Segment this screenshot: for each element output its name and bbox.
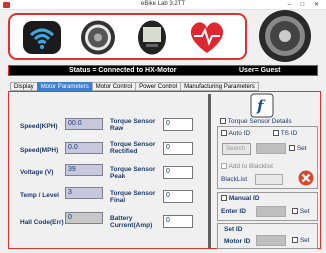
blacklist-dropdown[interactable] (255, 174, 283, 185)
hall-code-label: Hall Code(Err) (20, 219, 64, 226)
ts-final-value: 0 (163, 190, 193, 203)
voltage-value: 39 (65, 164, 103, 176)
speed-kph-label: Speed(KPH) (20, 123, 58, 130)
wifi-icon[interactable] (22, 19, 62, 56)
manual-id-checkbox[interactable]: Manual ID (221, 195, 260, 202)
enter-id-label: Enter ID (221, 208, 246, 215)
search-button[interactable]: Search (222, 143, 251, 155)
ts-peak-label: Torque Sensor Peak (110, 166, 156, 180)
set-manual-id-checkbox[interactable]: Set (292, 208, 310, 215)
tab-motor-control[interactable]: Motor Control (91, 82, 137, 91)
wheel-icon[interactable] (78, 19, 118, 56)
tab-manufacturing-parameters[interactable]: Manufacturing Parameters (180, 82, 259, 91)
ts-peak-value: 0 (163, 166, 193, 179)
icon-toolbar (8, 13, 247, 60)
battery-current-label: Battery Current(Amp) (110, 215, 153, 229)
connection-status: Status = Connected to HX-Motor (69, 67, 177, 74)
heart-icon[interactable] (187, 19, 227, 56)
add-to-blacklist-checkbox[interactable]: Add to Blacklist (221, 163, 273, 170)
tab-motor-parameters[interactable]: Motor Parameters (36, 82, 93, 91)
flash-logo-icon: f (250, 93, 274, 118)
tab-display[interactable]: Display (10, 82, 38, 91)
temp-level-label: Temp / Level (20, 192, 59, 199)
battery-current-value: 0 (163, 215, 193, 228)
ts-rectified-label: Torque Sensor Rectified (110, 141, 156, 155)
blacklist-label: BlackList (221, 176, 248, 183)
window-controls[interactable]: – □ ✕ (288, 1, 323, 8)
ts-id-checkbox[interactable]: TS ID (273, 130, 297, 137)
speed-kph-value: 00.0 (65, 118, 103, 130)
speed-mph-label: Speed(MPH) (20, 147, 59, 154)
window-title: eBike Lab 3.2TT (140, 1, 186, 7)
ts-raw-value: 0 (163, 118, 193, 131)
status-bar: Status = Connected to HX-Motor User= Gue… (8, 65, 318, 76)
user-status: User= Guest (239, 67, 281, 74)
enter-id-field[interactable] (256, 206, 286, 217)
app-window: eBike Lab 3.2TT – □ ✕ Status = Connected… (0, 0, 326, 253)
hall-code-value: 0 (65, 212, 103, 224)
motor-wheel-icon (258, 9, 312, 63)
ts-raw-label: Torque Sensor Raw (110, 118, 156, 132)
torque-sensor-details-checkbox[interactable]: Torque Sensor Details (220, 118, 292, 125)
motor-id-field[interactable] (256, 235, 286, 246)
set-id-title: Set ID (224, 226, 243, 233)
set-ts-id-checkbox[interactable]: Set (289, 145, 307, 152)
temp-level-value: 3 (65, 187, 103, 199)
tab-strip: Display Motor Parameters Motor Control P… (10, 82, 259, 91)
tab-power-control[interactable]: Power Control (135, 82, 182, 91)
ts-final-label: Torque Sensor Final (110, 190, 156, 204)
ts-id-field[interactable] (256, 143, 286, 154)
speed-mph-value: 0.0 (65, 142, 103, 154)
motor-id-label: Motor ID (224, 238, 251, 245)
voltage-label: Voltage (V) (20, 169, 54, 176)
ts-rectified-value: 0 (163, 142, 193, 155)
auto-id-checkbox[interactable]: Auto ID (221, 130, 250, 137)
clear-x-icon[interactable] (298, 170, 314, 186)
set-motor-id-checkbox[interactable]: Set (292, 237, 310, 244)
panel-divider (208, 94, 211, 248)
display-icon[interactable] (132, 19, 172, 56)
